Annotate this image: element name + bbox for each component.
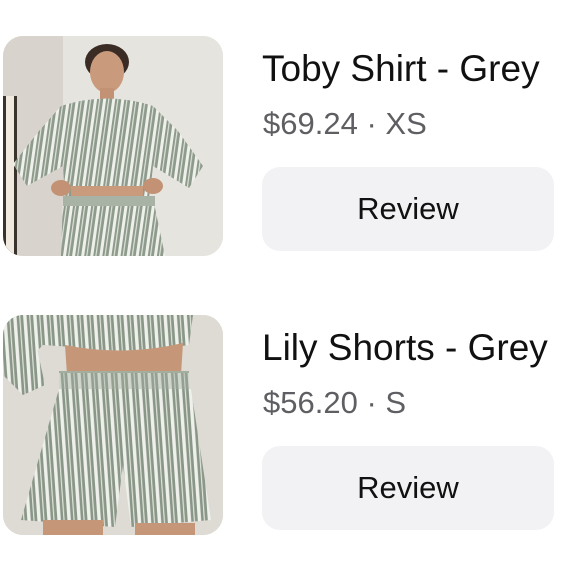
shirt-photo — [3, 36, 223, 256]
product-image[interactable] — [3, 315, 223, 535]
review-button[interactable]: Review — [262, 167, 554, 251]
product-title: Lily Shorts - Grey — [262, 327, 548, 368]
separator: · — [366, 106, 377, 141]
price: $56.20 — [263, 385, 358, 420]
product-title: Toby Shirt - Grey — [262, 48, 540, 89]
product-image[interactable] — [3, 36, 223, 256]
size: S — [385, 385, 407, 420]
review-button[interactable]: Review — [262, 446, 554, 530]
separator: · — [366, 385, 377, 420]
price-size: $56.20 · S — [263, 385, 406, 421]
order-item: Lily Shorts - Grey $56.20 · S Review — [0, 315, 580, 555]
order-item: Toby Shirt - Grey $69.24 · XS Review — [0, 36, 580, 276]
size: XS — [385, 106, 427, 141]
price: $69.24 — [263, 106, 358, 141]
price-size: $69.24 · XS — [263, 106, 427, 142]
shorts-photo — [3, 315, 223, 535]
